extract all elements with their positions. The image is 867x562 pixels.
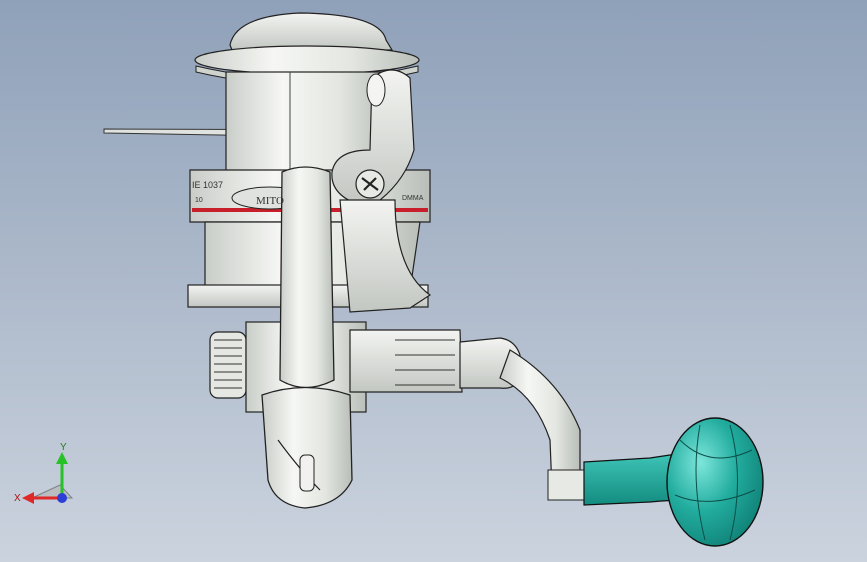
spool-cap: [229, 12, 394, 51]
x-axis-label: X: [14, 493, 21, 504]
z-axis-dot: [57, 493, 67, 503]
handle-arm: [499, 349, 581, 491]
bail-roller: [366, 73, 386, 107]
spool-text-left: IE 1037: [192, 180, 223, 190]
handle-shaft: [349, 329, 463, 393]
handle-knob: [666, 417, 764, 547]
axis-triad: Y X: [14, 442, 74, 504]
reel-model[interactable]: MITO IE 1037 10 DMMA: [0, 0, 867, 562]
3d-viewport[interactable]: MITO IE 1037 10 DMMA Y X: [0, 0, 867, 562]
x-axis-arrow: [22, 492, 34, 504]
y-axis-label: Y: [60, 442, 67, 453]
y-axis-arrow: [56, 452, 68, 464]
brand-text: MITO: [256, 195, 284, 207]
spool-text-right: DMMA: [402, 195, 424, 202]
reel-stem: [279, 166, 335, 389]
spool-flange: [194, 45, 420, 75]
spool-text-small: 10: [195, 197, 203, 204]
